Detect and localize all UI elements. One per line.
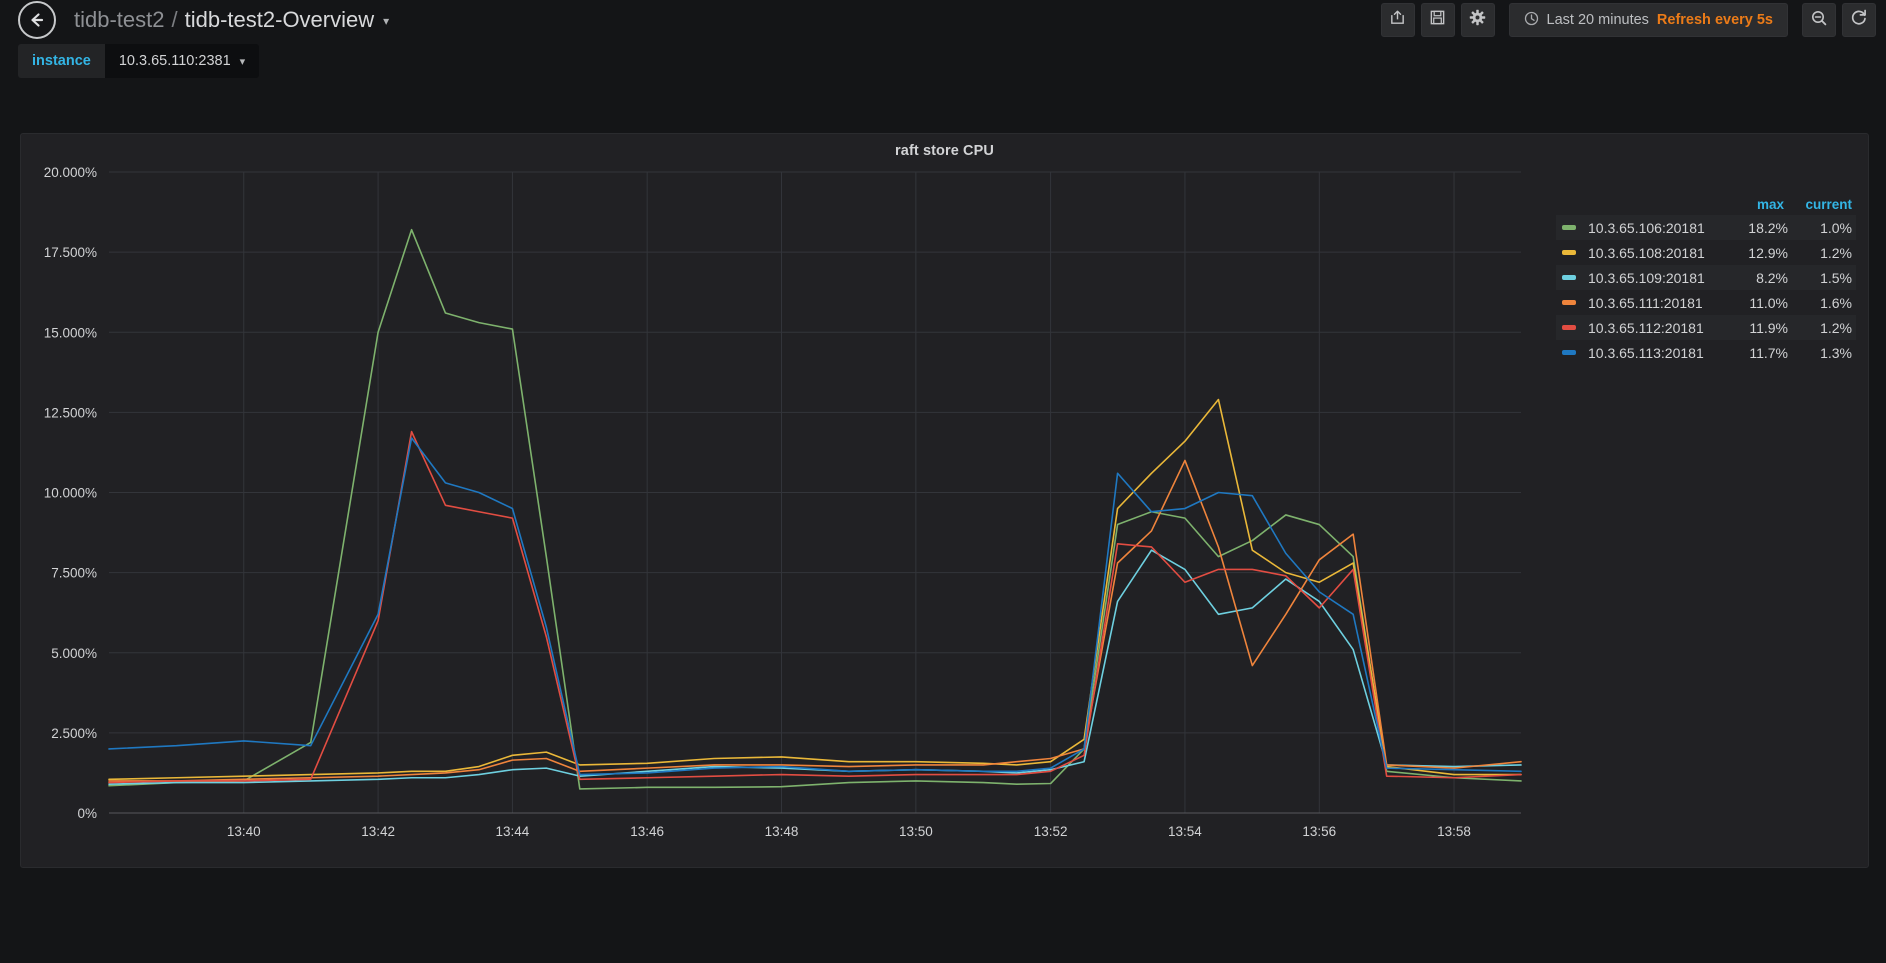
series-line[interactable] — [108, 228, 1522, 790]
save-icon — [1429, 9, 1446, 31]
legend-max-value: 11.7% — [1749, 344, 1788, 361]
x-axis-tick-label: 13:46 — [630, 824, 664, 839]
y-axis-tick-label: 7.500% — [51, 566, 97, 581]
x-axis-tick-label: 13:40 — [227, 824, 261, 839]
breadcrumb[interactable]: tidb-test2 / tidb-test2-Overview ▾ — [74, 7, 389, 33]
legend-current-value: 1.6% — [1820, 294, 1852, 311]
legend-item[interactable]: 10.3.65.111:20181 11.0% 1.6% — [1556, 290, 1856, 315]
refresh-button[interactable] — [1842, 3, 1876, 37]
y-axis-tick-label: 12.500% — [44, 405, 97, 420]
save-dashboard-button[interactable] — [1420, 3, 1455, 37]
dashboard-settings-button[interactable] — [1460, 3, 1495, 37]
legend-current-value: 1.2% — [1820, 319, 1852, 336]
legend-series-name[interactable]: 10.3.65.113:20181 — [1588, 345, 1720, 361]
series-line[interactable] — [108, 398, 1522, 781]
time-range-picker[interactable]: Last 20 minutes Refresh every 5s — [1508, 3, 1788, 37]
legend-series-name[interactable]: 10.3.65.106:20181 — [1588, 220, 1720, 236]
panel-title[interactable]: raft store CPU — [21, 134, 1868, 159]
legend-color-swatch[interactable] — [1562, 250, 1576, 255]
variable-instance: instance 10.3.65.110:2381 ▾ — [18, 44, 260, 78]
chevron-down-icon[interactable]: ▾ — [383, 14, 389, 28]
zoom-out-button[interactable] — [1802, 3, 1836, 37]
refresh-interval-label: Refresh every 5s — [1656, 12, 1773, 28]
legend-item[interactable]: 10.3.65.106:20181 18.2% 1.0% — [1556, 215, 1856, 240]
legend-col-current[interactable]: current — [1784, 197, 1852, 212]
back-button[interactable] — [18, 1, 56, 39]
template-variable-bar: instance 10.3.65.110:2381 ▾ — [0, 40, 1886, 82]
breadcrumb-dashboard[interactable]: tidb-test2-Overview — [185, 7, 375, 33]
legend-max-value: 8.2% — [1756, 269, 1788, 286]
variable-instance-label: instance — [18, 44, 105, 78]
x-axis-tick-label: 13:56 — [1302, 824, 1336, 839]
top-navbar: tidb-test2 / tidb-test2-Overview ▾ Last … — [0, 0, 1886, 40]
legend-item[interactable]: 10.3.65.112:20181 11.9% 1.2% — [1556, 315, 1856, 340]
y-axis-tick-label: 20.000% — [44, 165, 97, 180]
legend-max-value: 11.9% — [1749, 319, 1788, 336]
legend-current-value: 1.2% — [1820, 244, 1852, 261]
legend-max-value: 11.0% — [1749, 294, 1788, 311]
clock-icon — [1524, 11, 1539, 30]
legend-color-swatch[interactable] — [1562, 300, 1576, 305]
breadcrumb-folder[interactable]: tidb-test2 — [74, 7, 165, 33]
y-axis-tick-label: 17.500% — [44, 245, 97, 260]
x-axis-tick-label: 13:50 — [899, 824, 933, 839]
legend-item[interactable]: 10.3.65.113:20181 11.7% 1.3% — [1556, 340, 1856, 365]
legend-item[interactable]: 10.3.65.109:20181 8.2% 1.5% — [1556, 265, 1856, 290]
x-axis-tick-label: 13:58 — [1437, 824, 1471, 839]
chart-legend: max current 10.3.65.106:20181 18.2% 1.0% 10… — [1556, 197, 1856, 365]
y-axis-tick-label: 2.500% — [51, 726, 97, 741]
navbar-actions: Last 20 minutes Refresh every 5s — [1380, 3, 1876, 37]
refresh-icon — [1850, 9, 1868, 32]
variable-instance-value: 10.3.65.110:2381 — [118, 53, 231, 69]
panel-raft-store-cpu[interactable]: raft store CPU 0% 2.500% 5.000% 7.500% 10.00… — [20, 133, 1869, 868]
legend-current-value: 1.5% — [1820, 269, 1852, 286]
x-axis-tick-label: 13:48 — [765, 824, 799, 839]
y-axis-tick-label: 15.000% — [44, 325, 97, 340]
legend-series-name[interactable]: 10.3.65.109:20181 — [1588, 270, 1720, 286]
legend-item[interactable]: 10.3.65.108:20181 12.9% 1.2% — [1556, 240, 1856, 265]
panel-body: 0% 2.500% 5.000% 7.500% 10.000% 12.500% 15.000… — [21, 159, 1868, 859]
legend-series-name[interactable]: 10.3.65.108:20181 — [1588, 245, 1720, 261]
share-icon — [1389, 9, 1406, 31]
legend-series-name[interactable]: 10.3.65.112:20181 — [1588, 320, 1720, 336]
x-axis-tick-label: 13:52 — [1034, 824, 1068, 839]
time-range-label: Last 20 minutes — [1546, 12, 1649, 28]
legend-rows: 10.3.65.106:20181 18.2% 1.0% 10.3.65.108:20… — [1556, 215, 1856, 365]
legend-color-swatch[interactable] — [1562, 225, 1576, 230]
y-axis-tick-label: 10.000% — [44, 486, 97, 501]
variable-instance-dropdown[interactable]: 10.3.65.110:2381 ▾ — [104, 44, 260, 78]
breadcrumb-separator: / — [171, 7, 178, 32]
legend-header: max current — [1556, 197, 1856, 215]
y-axis-tick-label: 5.000% — [51, 646, 97, 661]
series-line[interactable] — [108, 437, 1522, 776]
series-line[interactable] — [108, 430, 1522, 784]
legend-current-value: 1.3% — [1820, 344, 1852, 361]
legend-col-max[interactable]: max — [1716, 197, 1784, 212]
y-axis-tick-label: 0% — [77, 806, 97, 821]
legend-max-value: 18.2% — [1748, 219, 1788, 236]
legend-color-swatch[interactable] — [1562, 275, 1576, 280]
arrow-left-icon — [27, 10, 47, 30]
gear-icon — [1469, 9, 1486, 31]
x-axis-tick-label: 13:42 — [361, 824, 395, 839]
legend-color-swatch[interactable] — [1562, 325, 1576, 330]
legend-color-swatch[interactable] — [1562, 350, 1576, 355]
magnifier-minus-icon — [1810, 9, 1828, 32]
series-line[interactable] — [108, 549, 1522, 785]
x-axis-tick-label: 13:54 — [1168, 824, 1202, 839]
legend-max-value: 12.9% — [1748, 244, 1788, 261]
legend-series-name[interactable]: 10.3.65.111:20181 — [1588, 295, 1720, 311]
share-dashboard-button[interactable] — [1380, 3, 1415, 37]
chevron-down-icon: ▾ — [239, 55, 246, 68]
x-axis-tick-label: 13:44 — [496, 824, 530, 839]
legend-current-value: 1.0% — [1820, 219, 1852, 236]
